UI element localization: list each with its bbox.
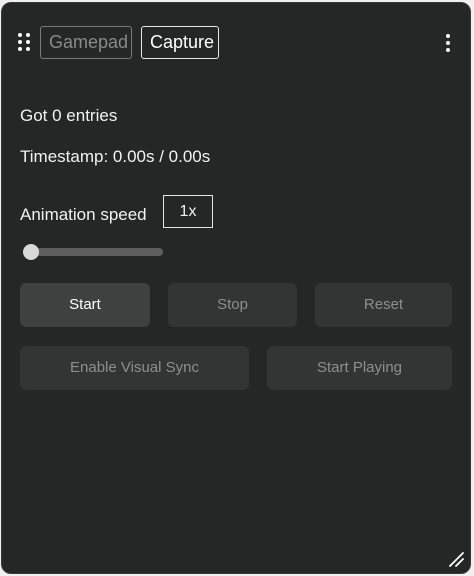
entries-count-text: Got 0 entries xyxy=(20,106,118,125)
animation-speed-value[interactable]: 1x xyxy=(163,195,213,228)
timestamp-text: Timestamp: 0.00s / 0.00s xyxy=(20,147,211,166)
enable-visual-sync-button[interactable]: Enable Visual Sync xyxy=(20,346,249,390)
start-playing-button[interactable]: Start Playing xyxy=(267,346,452,390)
drag-grip-icon[interactable] xyxy=(18,33,30,51)
capture-panel: Gamepad Capture Got 0 entries Timestamp:… xyxy=(1,2,471,574)
tab-capture[interactable]: Capture xyxy=(141,26,219,59)
resize-grip-icon[interactable] xyxy=(448,551,464,567)
animation-speed-slider-track[interactable] xyxy=(24,248,163,256)
animation-speed-slider-thumb[interactable] xyxy=(23,244,39,260)
reset-button[interactable]: Reset xyxy=(315,283,452,327)
kebab-menu-icon[interactable] xyxy=(446,34,450,52)
start-button[interactable]: Start xyxy=(20,283,150,327)
animation-speed-label: Animation speed xyxy=(20,205,147,224)
tab-gamepad[interactable]: Gamepad xyxy=(40,26,132,59)
stop-button[interactable]: Stop xyxy=(168,283,297,327)
